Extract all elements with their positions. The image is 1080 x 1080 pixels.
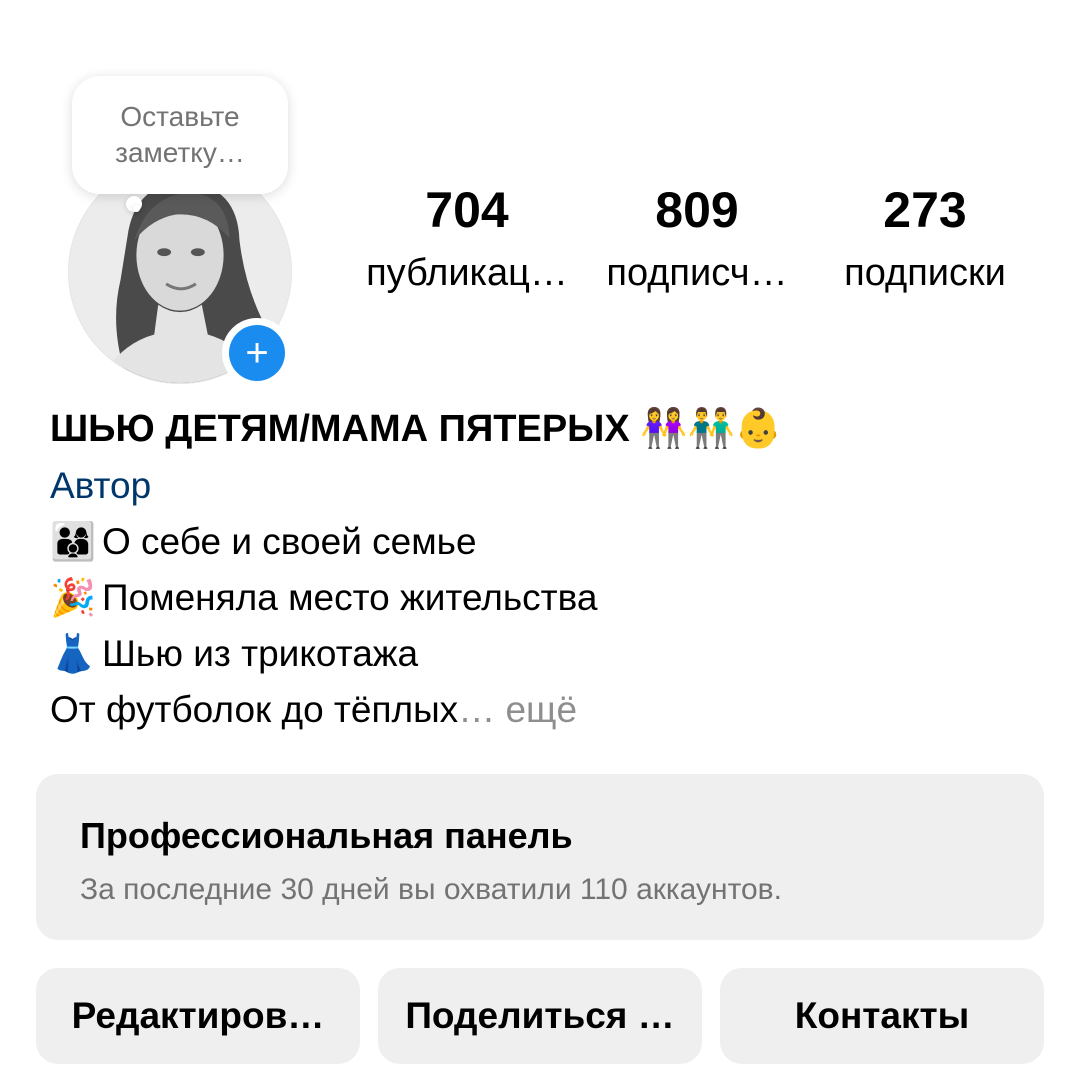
stat-following[interactable]: 273 подписки [810, 180, 1040, 298]
bio-line-moved: 🎉 Поменяла место жительства [50, 570, 1040, 626]
profile-name: ШЬЮ ДЕТЯМ/МАМА ПЯТЕРЫХ 👭👬👶 [50, 408, 783, 450]
stat-followers[interactable]: 809 подписч… [582, 180, 812, 298]
professional-dashboard-card[interactable]: Профессиональная панель За последние 30 … [36, 774, 1044, 940]
profile-page: Оставьте заметку… + 704 публикац… 809 по… [0, 0, 1080, 1080]
note-bubble[interactable]: Оставьте заметку… [72, 76, 288, 194]
family-emoji-icon: 👨‍👩‍👦 [50, 521, 97, 562]
bio-line-text: Шью из трикотажа [102, 633, 419, 674]
contacts-button[interactable]: Контакты [720, 968, 1044, 1064]
bio-truncated-text: От футболок до тёплых [50, 689, 459, 730]
stat-posts-label: публикац… [366, 252, 568, 294]
bio-line-text: О себе и своей семье [102, 521, 477, 562]
bio-line-family: 👨‍👩‍👦 О себе и своей семье [50, 514, 1040, 570]
stat-followers-label: подписч… [606, 252, 788, 294]
pro-panel-title: Профессиональная панель [80, 815, 573, 856]
bio-line-sewing: 👗 Шью из трикотажа [50, 626, 1040, 682]
bio-line-truncated: От футболок до тёплых… ещё [50, 682, 1040, 738]
stat-following-label: подписки [844, 252, 1006, 294]
plus-icon: + [229, 325, 285, 381]
edit-profile-button[interactable]: Редактиров… [36, 968, 360, 1064]
add-story-button[interactable]: + [222, 318, 292, 388]
party-popper-emoji-icon: 🎉 [50, 577, 97, 618]
stat-posts[interactable]: 704 публикац… [352, 180, 582, 298]
profile-bio: ШЬЮ ДЕТЯМ/МАМА ПЯТЕРЫХ 👭👬👶 Автор 👨‍👩‍👦 О … [50, 400, 1040, 738]
note-placeholder-text: Оставьте заметку… [115, 101, 245, 168]
bio-more-link[interactable]: … ещё [458, 689, 577, 730]
bio-line-text: Поменяла место жительства [102, 577, 598, 618]
stat-followers-count: 809 [655, 182, 739, 238]
profile-category[interactable]: Автор [50, 458, 1040, 514]
pro-panel-subtitle: За последние 30 дней вы охватили 110 акк… [80, 873, 782, 906]
share-profile-button[interactable]: Поделиться … [378, 968, 702, 1064]
stat-following-count: 273 [883, 182, 967, 238]
note-bubble-tail-small [133, 205, 140, 212]
stat-posts-count: 704 [425, 182, 509, 238]
dress-emoji-icon: 👗 [50, 633, 97, 674]
